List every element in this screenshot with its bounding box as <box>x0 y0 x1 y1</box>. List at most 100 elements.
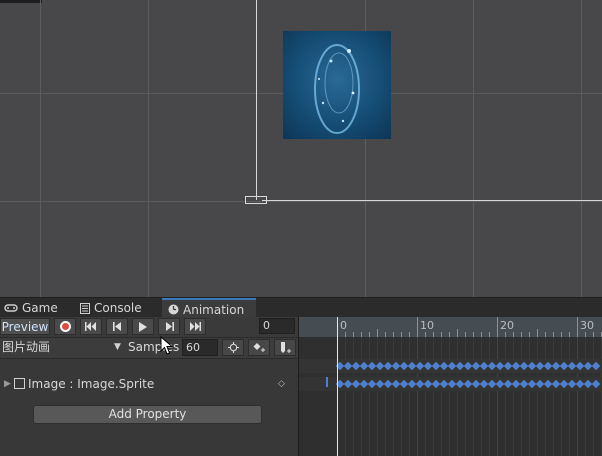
dopesheet-grid-line <box>433 337 434 456</box>
grid-line <box>40 0 41 297</box>
prev-key-icon <box>112 322 122 331</box>
prev-key-button[interactable] <box>106 318 128 335</box>
dopesheet-grid-line <box>377 337 378 456</box>
ruler-tick <box>457 329 458 337</box>
canvas-edge-horizontal <box>262 200 602 201</box>
dopesheet-grid-line <box>401 337 402 456</box>
keyframe[interactable] <box>591 361 601 371</box>
samples-input[interactable]: 60 <box>182 339 218 356</box>
tab-console[interactable]: Console <box>80 298 158 318</box>
dopesheet-grid-line <box>473 337 474 456</box>
dopesheet-grid-line <box>353 337 354 456</box>
ruler-label: 0 <box>340 319 347 332</box>
grid-line <box>473 0 474 297</box>
tab-animation[interactable]: Animation <box>162 298 256 319</box>
chevron-down-icon[interactable]: ▼ <box>114 339 121 356</box>
tab-console-label: Console <box>94 301 142 315</box>
dopesheet-grid-line <box>545 337 546 456</box>
expand-arrow-icon[interactable]: ▶ <box>4 376 11 393</box>
grid-line <box>148 0 149 297</box>
ruler-tick <box>417 317 418 337</box>
ruler-label: 10 <box>420 319 434 332</box>
current-frame-input[interactable]: 0 <box>259 318 295 334</box>
scene-view[interactable] <box>0 0 602 297</box>
dopesheet-grid-line <box>385 337 386 456</box>
animation-property-panel: Preview 0 图片动画 ▼ Samples 60 ▶ Image: Im… <box>0 317 298 456</box>
grid-line <box>581 0 582 297</box>
dopesheet-grid-line <box>481 337 482 456</box>
dopesheet-grid-line <box>553 337 554 456</box>
mouse-cursor-icon <box>160 336 174 355</box>
summary-track[interactable] <box>299 359 602 373</box>
play-button[interactable] <box>132 318 154 335</box>
dopesheet-grid-line <box>577 337 578 456</box>
console-icon <box>80 302 90 314</box>
ruler-tick <box>497 317 498 337</box>
playhead[interactable] <box>337 317 338 456</box>
grid-line <box>0 201 602 202</box>
filter-keyframes-button[interactable] <box>222 339 244 356</box>
canvas-edge-vertical <box>256 0 257 200</box>
property-label: Image : Image.Sprite <box>28 377 155 391</box>
dopesheet-grid-line <box>505 337 506 456</box>
preview-button[interactable]: Preview <box>0 318 50 335</box>
dopesheet-grid-line <box>417 337 418 456</box>
clip-dropdown[interactable]: 图片动画 <box>2 339 50 356</box>
dopesheet-grid-line <box>569 337 570 456</box>
clock-icon <box>168 304 179 315</box>
ruler-label: 20 <box>500 319 514 332</box>
add-event-icon <box>279 341 291 354</box>
add-event-button[interactable] <box>274 339 296 356</box>
dopesheet-grid-line <box>449 337 450 456</box>
ruler-label: 30 <box>580 319 594 332</box>
dopesheet-grid-line <box>361 337 362 456</box>
next-key-icon <box>165 322 174 331</box>
tab-game[interactable]: Game <box>4 298 66 318</box>
scene-toolbar-edge <box>0 0 42 3</box>
animation-toolbar: Preview 0 <box>0 317 298 338</box>
ruler-tick <box>537 329 538 337</box>
play-icon <box>139 321 147 332</box>
dopesheet-grid-line <box>457 337 458 456</box>
dopesheet-grid-line <box>593 337 594 456</box>
dopesheet-grid-line <box>409 337 410 456</box>
add-keyframe-button[interactable] <box>248 339 270 356</box>
dopesheet-grid-line <box>537 337 538 456</box>
first-key-icon <box>85 322 97 331</box>
dopesheet-grid-line <box>345 337 346 456</box>
property-keyframe-icon[interactable]: ◇ <box>278 375 285 394</box>
last-key-icon <box>189 322 201 331</box>
dopesheet-grid-line <box>529 337 530 456</box>
dopesheet-grid-line <box>497 337 498 456</box>
sprite-image[interactable] <box>283 31 391 139</box>
record-icon <box>59 321 71 332</box>
canvas-pivot-handle[interactable] <box>245 196 267 204</box>
image-component-icon <box>14 378 25 389</box>
dopesheet-grid-line <box>561 337 562 456</box>
ruler-tick <box>377 329 378 337</box>
dopesheet-grid-line <box>441 337 442 456</box>
timeline-ruler[interactable]: 0 10 20 30 <box>299 317 602 337</box>
record-button[interactable] <box>54 318 76 335</box>
dopesheet-grid-line <box>393 337 394 456</box>
clip-row: 图片动画 ▼ Samples 60 <box>0 338 298 359</box>
property-track[interactable] <box>299 377 602 391</box>
dopesheet-grid-line <box>369 337 370 456</box>
keyframe[interactable] <box>591 379 601 389</box>
add-property-button[interactable]: Add Property <box>33 405 262 424</box>
dopesheet[interactable]: 0 10 20 30 <box>298 317 602 456</box>
first-key-button[interactable] <box>80 318 102 335</box>
window-tab-bar: Game Console Animation <box>0 297 602 319</box>
range-marker <box>326 377 328 387</box>
tab-game-label: Game <box>22 301 58 315</box>
add-keyframe-icon <box>253 342 265 353</box>
dopesheet-grid-line <box>585 337 586 456</box>
next-key-button[interactable] <box>158 318 180 335</box>
crosshair-icon <box>227 342 239 353</box>
property-row[interactable]: ▶ Image : Image.Sprite ◇ <box>0 375 298 394</box>
dopesheet-grid-line <box>521 337 522 456</box>
last-key-button[interactable] <box>184 318 206 335</box>
dopesheet-grid-line <box>465 337 466 456</box>
tab-animation-label: Animation <box>183 302 245 317</box>
dopesheet-grid-line <box>425 337 426 456</box>
